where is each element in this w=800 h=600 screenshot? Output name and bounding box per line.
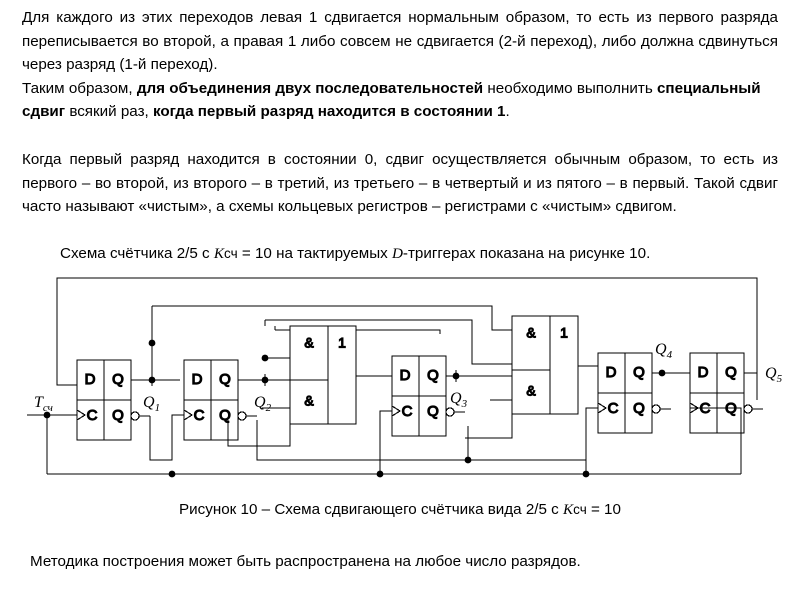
figure-caption: Рисунок 10 – Схема сдвигающего счётчика … bbox=[0, 500, 800, 520]
junction-q3 bbox=[452, 372, 460, 380]
label-q1: Q1 bbox=[143, 394, 160, 414]
para1-bold-1: для объединения двух последовательностей bbox=[136, 79, 484, 97]
figure-intro-part2: = 10 на тактируемых bbox=[237, 245, 392, 262]
ff3-c-label: C bbox=[402, 403, 413, 420]
ff1-d-label: D bbox=[85, 371, 96, 388]
ff1-c-label: C bbox=[87, 407, 98, 424]
junction-bus-1 bbox=[168, 470, 176, 478]
junction-q4 bbox=[658, 369, 666, 377]
gate1-and-lower-label: & bbox=[304, 393, 314, 409]
junction-bus-2 bbox=[376, 470, 384, 478]
ff4-q-label: Q bbox=[633, 364, 645, 381]
circuit-schematic: D Q C Q D Q C Q & & 1 D Q C Q & & 1 D Q … bbox=[27, 277, 783, 478]
wire-ff5-q-out bbox=[744, 372, 758, 400]
ff4-d-label: D bbox=[606, 364, 617, 381]
label-q2: Q2 bbox=[254, 394, 272, 414]
label-t-count-input: Tсч bbox=[34, 394, 53, 414]
slide-page: Для каждого из этих переходов левая 1 сд… bbox=[0, 0, 800, 600]
gate-block-1 bbox=[289, 325, 357, 425]
wire-ff1-qn-to-ff2-clock bbox=[149, 414, 184, 461]
junction-bus-secondary bbox=[464, 456, 472, 464]
label-q5: Q5 bbox=[765, 365, 783, 385]
figure-intro-italic-d: D bbox=[391, 245, 403, 262]
junction-bus-3 bbox=[582, 470, 590, 478]
gate1-or-label: 1 bbox=[338, 335, 346, 351]
figure-intro-part1: Схема счётчика 2/5 с bbox=[60, 245, 214, 262]
para1-bold-3: когда первый разряд находится в состояни… bbox=[153, 103, 506, 120]
ff3-q-label: Q bbox=[427, 367, 439, 384]
junction-q2-up bbox=[261, 354, 269, 362]
caption-sub: сч bbox=[573, 502, 587, 517]
wire-gate2-inputs bbox=[465, 399, 513, 439]
figure-intro-sub: сч bbox=[224, 246, 238, 261]
junction-q2 bbox=[261, 376, 269, 384]
wire-ff3-clock bbox=[379, 410, 392, 474]
para1-sentence-1: Для каждого из этих переходов левая 1 сд… bbox=[22, 9, 778, 73]
ff2-d-label: D bbox=[192, 371, 203, 388]
wire-ff4-clock bbox=[585, 407, 598, 474]
gate2-and-upper-label: & bbox=[526, 325, 536, 341]
ff5-q-label: Q bbox=[725, 364, 737, 381]
circuit-diagram-figure: D Q C Q D Q C Q & & 1 D Q C Q & & 1 D Q … bbox=[0, 268, 800, 500]
ff3-qn-label: Q bbox=[427, 403, 439, 420]
junction-q1-up bbox=[148, 339, 156, 347]
ff1-qn-label: Q bbox=[112, 407, 124, 424]
paragraph-2: Когда первый разряд находится в состояни… bbox=[22, 148, 778, 219]
para1-line-block: Таким образом, для объединения двух посл… bbox=[22, 77, 778, 124]
caption-italic-k: K bbox=[562, 501, 574, 518]
ff5-d-label: D bbox=[698, 364, 709, 381]
paragraph-1: Для каждого из этих переходов левая 1 сд… bbox=[22, 6, 778, 124]
para1-sentence-2: Таким образом, bbox=[22, 79, 137, 97]
para1-sentence-4: всякий раз, bbox=[65, 103, 153, 120]
caption-part2: = 10 bbox=[586, 501, 621, 518]
figure-intro-part3: -триггерах показана на рисунке 10. bbox=[402, 245, 651, 262]
junction-q1 bbox=[148, 376, 156, 384]
para2-text: Когда первый разряд находится в состояни… bbox=[22, 151, 778, 215]
ff2-c-label: C bbox=[194, 407, 205, 424]
ff4-qn-label: Q bbox=[633, 400, 645, 417]
ff4-c-label: C bbox=[608, 400, 619, 417]
gate-block-2 bbox=[511, 315, 579, 415]
ff2-qn-label: Q bbox=[219, 407, 231, 424]
figure-intro-line: Схема счётчика 2/5 с Kсч = 10 на тактиру… bbox=[60, 242, 776, 266]
ff3-d-label: D bbox=[400, 367, 411, 384]
label-q3: Q3 bbox=[450, 390, 468, 410]
caption-part1: Рисунок 10 – Схема сдвигающего счётчика … bbox=[179, 501, 563, 518]
ff2-q-label: Q bbox=[219, 371, 231, 388]
para1-sentence-3: необходимо выполнить bbox=[483, 79, 657, 97]
closing-text: Методика построения может быть распростр… bbox=[30, 553, 581, 570]
gate1-and-upper-label: & bbox=[304, 335, 314, 351]
label-q4: Q4 bbox=[655, 341, 673, 361]
para1-period: . bbox=[505, 103, 510, 120]
wire-ff1-q-out bbox=[131, 374, 180, 386]
figure-intro-italic-k: K bbox=[213, 245, 225, 262]
gate2-or-label: 1 bbox=[560, 325, 568, 341]
gate2-and-lower-label: & bbox=[526, 383, 536, 399]
closing-paragraph: Методика построения может быть распростр… bbox=[30, 550, 770, 574]
ff1-q-label: Q bbox=[112, 371, 124, 388]
